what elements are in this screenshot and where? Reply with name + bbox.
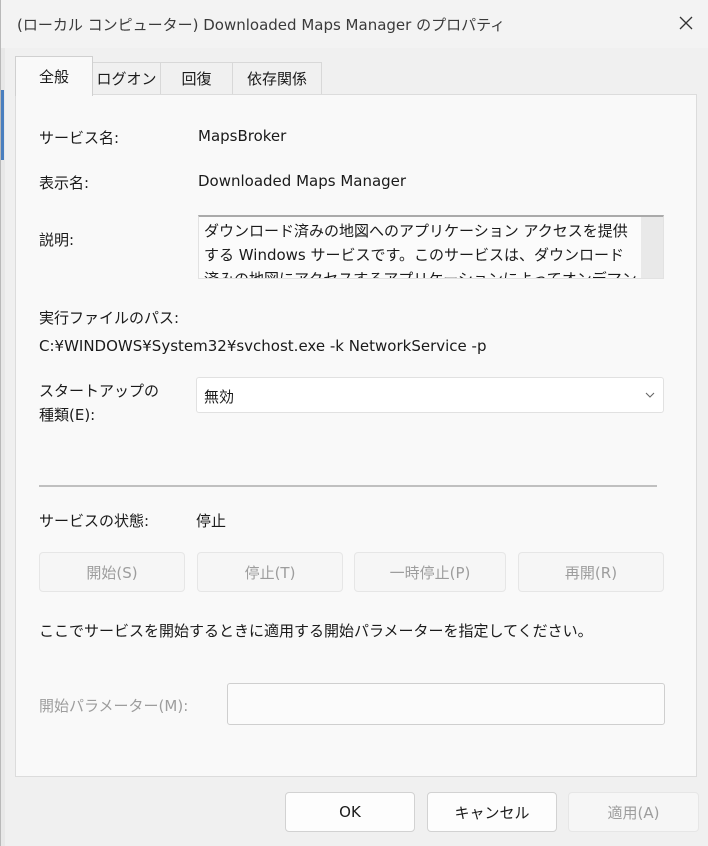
- chevron-down-icon: [645, 392, 655, 398]
- tab-general[interactable]: 全般: [15, 56, 93, 96]
- tab-label: 回復: [181, 70, 212, 88]
- general-tab-panel: サービス名: MapsBroker 表示名: Downloaded Maps M…: [15, 94, 697, 777]
- service-name-label: サービス名:: [39, 129, 120, 147]
- tab-dependencies[interactable]: 依存関係: [232, 62, 322, 94]
- exe-path-value: C:¥WINDOWS¥System32¥svchost.exe -k Netwo…: [39, 337, 487, 355]
- description-label: 説明:: [39, 231, 75, 249]
- tab-recovery[interactable]: 回復: [160, 62, 233, 94]
- description-box[interactable]: ダウンロード済みの地図へのアプリケーション アクセスを提供する Windows …: [198, 215, 664, 279]
- tab-logon[interactable]: ログオン: [92, 62, 161, 94]
- resume-button[interactable]: 再開(R): [518, 552, 664, 592]
- apply-button-label: 適用(A): [607, 803, 660, 822]
- close-icon: [679, 16, 693, 30]
- cancel-button[interactable]: キャンセル: [427, 792, 557, 832]
- tab-label: ログオン: [96, 70, 157, 88]
- service-status-label: サービスの状態:: [39, 512, 150, 530]
- close-button[interactable]: [663, 0, 708, 46]
- tab-label: 全般: [38, 68, 69, 86]
- ok-button-label: OK: [339, 803, 361, 821]
- stop-button-label: 停止(T): [244, 563, 296, 582]
- exe-path-label: 実行ファイルのパス:: [39, 309, 180, 327]
- pause-button-label: 一時停止(P): [389, 563, 471, 582]
- display-name-value: Downloaded Maps Manager: [198, 172, 407, 190]
- startup-type-label-line2: 種類(E):: [39, 406, 96, 424]
- tab-label: 依存関係: [246, 70, 307, 88]
- service-status-value: 停止: [196, 512, 227, 530]
- startup-type-value: 無効: [204, 388, 235, 406]
- ok-button[interactable]: OK: [285, 792, 415, 832]
- pause-button[interactable]: 一時停止(P): [354, 552, 506, 592]
- start-params-input[interactable]: [227, 683, 665, 725]
- start-button-label: 開始(S): [86, 563, 138, 582]
- description-scrollbar[interactable]: [641, 217, 663, 278]
- startup-type-dropdown[interactable]: 無効: [196, 377, 664, 413]
- background-window-edge: [1, 48, 5, 846]
- start-params-hint: ここでサービスを開始するときに適用する開始パラメーターを指定してください。: [39, 622, 593, 640]
- title-bar: (ローカル コンピューター) Downloaded Maps Manager の…: [1, 0, 708, 48]
- section-divider: [39, 485, 657, 487]
- properties-dialog: (ローカル コンピューター) Downloaded Maps Manager の…: [0, 0, 708, 846]
- window-title: (ローカル コンピューター) Downloaded Maps Manager の…: [17, 16, 506, 34]
- start-params-label: 開始パラメーター(M):: [39, 697, 189, 715]
- start-button[interactable]: 開始(S): [39, 552, 185, 592]
- stop-button[interactable]: 停止(T): [197, 552, 343, 592]
- resume-button-label: 再開(R): [564, 563, 618, 582]
- service-name-value: MapsBroker: [198, 127, 287, 145]
- background-accent: [1, 90, 4, 160]
- cancel-button-label: キャンセル: [454, 803, 530, 822]
- description-text: ダウンロード済みの地図へのアプリケーション アクセスを提供する Windows …: [204, 222, 637, 279]
- apply-button[interactable]: 適用(A): [568, 792, 699, 832]
- display-name-label: 表示名:: [39, 174, 90, 192]
- startup-type-label-line1: スタートアップの: [39, 382, 160, 400]
